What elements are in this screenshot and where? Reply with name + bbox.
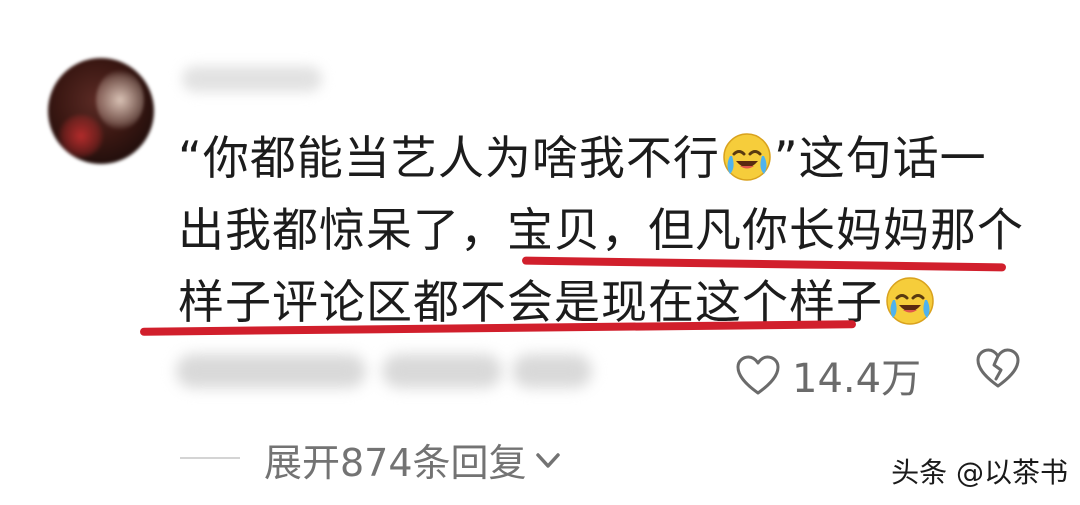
divider-line: [180, 457, 240, 459]
like-button[interactable]: 14.4万: [734, 346, 921, 404]
heart-outline-icon: [736, 355, 780, 395]
comment-meta-blurred: [176, 354, 366, 388]
dislike-button[interactable]: [974, 346, 1022, 390]
chevron-down-icon: [535, 452, 560, 468]
comment-meta-blurred: [382, 354, 502, 388]
watermark: 头条 @以茶书: [891, 456, 1068, 489]
reply-link-blurred: [512, 354, 592, 388]
avatar[interactable]: [48, 58, 154, 164]
crying-laughing-emoji-icon: [723, 133, 771, 181]
comment-text-part1: “你都能当艺人为啥我不行: [178, 131, 720, 185]
username-blurred: [182, 66, 322, 92]
broken-heart-icon: [976, 348, 1020, 388]
expand-replies-label: 展开874条回复: [264, 441, 527, 485]
comment-text: “你都能当艺人为啥我不行 ”这句话一出我都惊呆了，宝贝，但凡你长妈妈那个样子评论区…: [178, 122, 1028, 338]
crying-laughing-emoji-icon: [886, 277, 934, 325]
expand-replies-button[interactable]: 展开874条回复: [264, 432, 563, 487]
like-count: 14.4万: [792, 356, 922, 402]
